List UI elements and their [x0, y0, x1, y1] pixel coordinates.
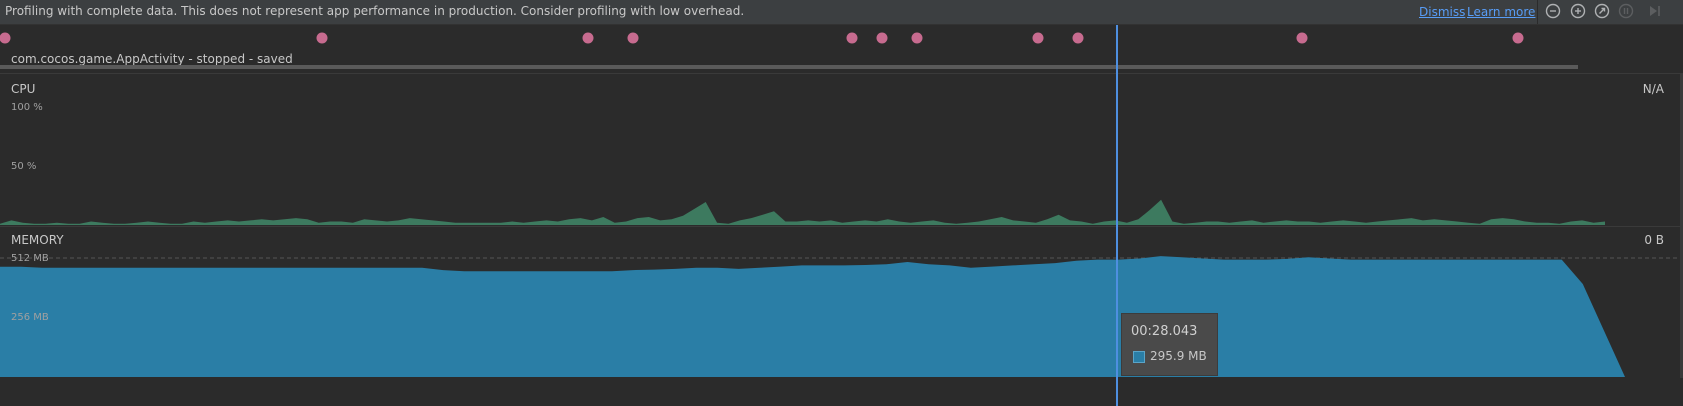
cpu-label: CPU: [11, 82, 36, 96]
memory-tick-512: 512 MB: [11, 253, 49, 264]
tooltip-time: 00:28.043: [1131, 324, 1198, 339]
cpu-chart[interactable]: [0, 100, 1620, 226]
reset-zoom-icon[interactable]: [1594, 3, 1610, 19]
event-dot[interactable]: [316, 32, 328, 44]
memory-chart[interactable]: [0, 250, 1680, 378]
cpu-value: N/A: [1642, 82, 1664, 96]
timeline-footer: [0, 378, 1683, 406]
toolbar-separator: [1537, 0, 1538, 24]
memory-divider: [0, 226, 1683, 227]
banner-message: Profiling with complete data. This does …: [5, 4, 745, 18]
cpu-divider: [0, 73, 1683, 74]
event-dot[interactable]: [1072, 32, 1084, 44]
profiling-banner: Profiling with complete data. This does …: [0, 0, 1683, 25]
pause-icon[interactable]: [1618, 3, 1634, 19]
memory-tick-256: 256 MB: [11, 312, 49, 323]
zoom-in-icon[interactable]: [1570, 3, 1586, 19]
memory-area: [0, 256, 1625, 377]
memory-label: MEMORY: [11, 233, 64, 247]
timeline-cursor[interactable]: [1116, 25, 1118, 406]
session-label: com.cocos.game.AppActivity - stopped - s…: [11, 52, 293, 66]
session-range-bar[interactable]: [0, 65, 1578, 69]
event-dot[interactable]: [911, 32, 923, 44]
event-dot[interactable]: [876, 32, 888, 44]
event-dot[interactable]: [1512, 32, 1524, 44]
event-dot[interactable]: [1032, 32, 1044, 44]
dismiss-link[interactable]: Dismiss: [1419, 5, 1465, 19]
tooltip-swatch: [1133, 351, 1145, 363]
event-dot[interactable]: [1296, 32, 1308, 44]
cpu-area: [0, 199, 1605, 225]
event-dot[interactable]: [0, 32, 11, 44]
jump-to-live-icon[interactable]: [1647, 3, 1663, 19]
event-dot[interactable]: [582, 32, 594, 44]
event-dot[interactable]: [846, 32, 858, 44]
memory-value: 0 B: [1644, 233, 1664, 247]
tooltip-value: 295.9 MB: [1150, 349, 1207, 363]
memory-tooltip: 00:28.043 295.9 MB: [1121, 313, 1218, 376]
event-dot[interactable]: [627, 32, 639, 44]
learn-more-link[interactable]: Learn more: [1467, 5, 1535, 19]
zoom-out-icon[interactable]: [1545, 3, 1561, 19]
